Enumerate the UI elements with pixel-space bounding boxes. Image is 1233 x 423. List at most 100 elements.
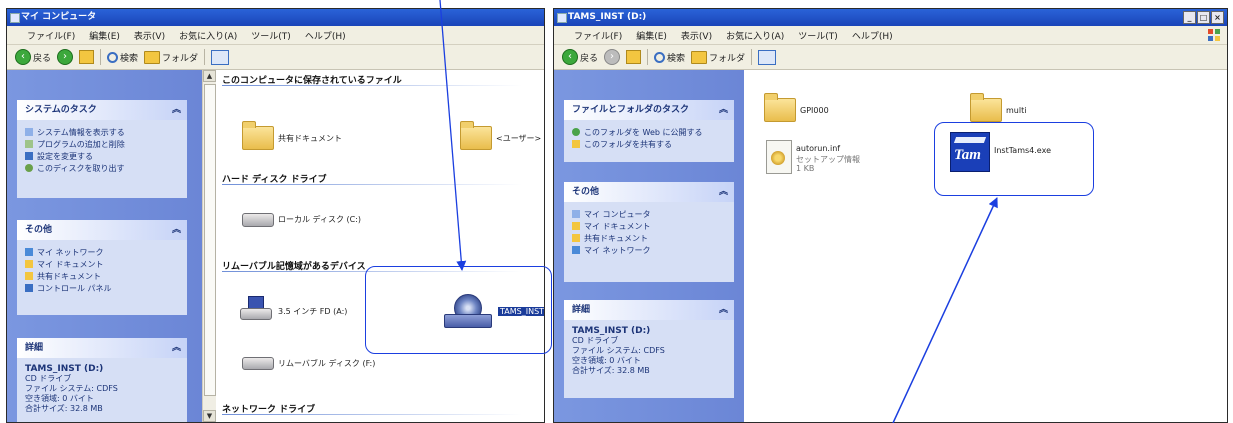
folder-gpi000-label[interactable]: GPI000 xyxy=(800,106,829,115)
task-change-setting[interactable]: 設定を変更する xyxy=(25,150,179,162)
forward-button[interactable]: › xyxy=(604,49,621,65)
details-line: 空き領域: 0 バイト xyxy=(572,356,641,365)
collapse-icon[interactable]: ︽ xyxy=(719,182,728,202)
views-button[interactable] xyxy=(211,49,230,65)
menu-favorites[interactable]: お気に入り(A) xyxy=(726,29,784,42)
content-area: このコンピュータに保存されているファイル 共有ドキュメント <ユーザー> のドキ… xyxy=(216,70,544,422)
up-folder-button[interactable] xyxy=(626,50,642,64)
title-bar[interactable]: TAMS_INST (D:) _ □ × xyxy=(554,9,1227,26)
user-documents-label[interactable]: <ユーザー> のドキュメント xyxy=(496,133,544,144)
task-share-folder[interactable]: このフォルダを共有する xyxy=(572,138,726,150)
panel-header[interactable]: ファイルとフォルダのタスク ︽ xyxy=(564,100,734,120)
up-folder-button[interactable] xyxy=(79,50,95,64)
floppy-drive-icon[interactable] xyxy=(240,296,272,320)
removable-disk-label[interactable]: リムーバブル ディスク (F:) xyxy=(278,358,375,369)
details-line: CD ドライブ xyxy=(25,374,72,383)
forward-button[interactable]: › xyxy=(57,49,74,65)
panel-header[interactable]: システムのタスク ︽ xyxy=(17,100,187,120)
collapse-icon[interactable]: ︽ xyxy=(172,100,181,120)
programs-icon xyxy=(25,140,33,148)
scroll-thumb[interactable] xyxy=(204,84,216,396)
menu-help[interactable]: ヘルプ(H) xyxy=(852,29,893,42)
documents-icon xyxy=(572,222,580,230)
folder-icon xyxy=(691,50,708,64)
menu-tools[interactable]: ツール(T) xyxy=(798,29,838,42)
collapse-icon[interactable]: ︽ xyxy=(172,338,181,358)
place-shared-documents[interactable]: 共有ドキュメント xyxy=(25,270,179,282)
shared-documents-folder-icon[interactable] xyxy=(242,121,274,150)
eject-icon xyxy=(25,164,33,172)
details-line: 合計サイズ: 32.8 MB xyxy=(25,404,103,413)
section-divider xyxy=(222,414,522,415)
task-eject-disc[interactable]: このディスクを取り出す xyxy=(25,162,179,174)
menu-tools[interactable]: ツール(T) xyxy=(251,29,291,42)
place-control-panel[interactable]: コントロール パネル xyxy=(25,282,179,294)
collapse-icon[interactable]: ︽ xyxy=(719,100,728,120)
place-my-documents[interactable]: マイ ドキュメント xyxy=(572,220,726,232)
title-bar[interactable]: マイ コンピュータ xyxy=(7,9,544,26)
collapse-icon[interactable]: ︽ xyxy=(172,220,181,240)
task-add-remove-programs[interactable]: プログラムの追加と削除 xyxy=(25,138,179,150)
folder-multi-label[interactable]: multi xyxy=(1006,106,1026,115)
toolbar-separator xyxy=(647,49,649,65)
autorun-file-icon[interactable] xyxy=(766,140,792,174)
menu-view[interactable]: 表示(V) xyxy=(681,29,712,42)
menu-edit[interactable]: 編集(E) xyxy=(89,29,120,42)
settings-icon xyxy=(25,152,33,160)
maximize-button[interactable]: □ xyxy=(1197,11,1210,24)
close-button[interactable]: × xyxy=(1211,11,1224,24)
panel-header[interactable]: その他 ︽ xyxy=(17,220,187,240)
place-my-network[interactable]: マイ ネットワーク xyxy=(25,246,179,258)
scroll-down-icon[interactable]: ▼ xyxy=(203,410,216,422)
back-button[interactable]: ‹ 戻る xyxy=(15,49,51,65)
autorun-name[interactable]: autorun.inf xyxy=(796,144,840,153)
shared-documents-label[interactable]: 共有ドキュメント xyxy=(278,133,342,144)
share-folder-icon xyxy=(572,140,580,148)
minimize-button[interactable]: _ xyxy=(1183,11,1196,24)
file-folder-tasks-panel: ファイルとフォルダのタスク ︽ このフォルダを Web に公開する このフォルダを… xyxy=(564,100,734,162)
network-icon xyxy=(572,246,580,254)
folders-button[interactable]: フォルダ xyxy=(144,50,198,64)
details-line: ファイル システム: CDFS xyxy=(25,384,118,393)
menu-view[interactable]: 表示(V) xyxy=(134,29,165,42)
task-show-system-info[interactable]: システム情報を表示する xyxy=(25,126,179,138)
computer-icon xyxy=(572,210,580,218)
place-my-network[interactable]: マイ ネットワーク xyxy=(572,244,726,256)
panel-header[interactable]: 詳細 ︽ xyxy=(564,300,734,320)
back-button[interactable]: ‹ 戻る xyxy=(562,49,598,65)
search-button[interactable]: 検索 xyxy=(654,51,685,64)
window-title: マイ コンピュータ xyxy=(21,12,97,22)
user-documents-folder-icon[interactable] xyxy=(460,121,492,150)
panel-header[interactable]: その他 ︽ xyxy=(564,182,734,202)
info-icon xyxy=(25,128,33,136)
menu-help[interactable]: ヘルプ(H) xyxy=(305,29,346,42)
details-name: TAMS_INST (D:) xyxy=(572,326,651,336)
folder-multi-icon[interactable] xyxy=(970,93,1002,122)
place-shared-documents[interactable]: 共有ドキュメント xyxy=(572,232,726,244)
place-my-computer[interactable]: マイ コンピュータ xyxy=(572,208,726,220)
search-icon xyxy=(654,51,666,63)
views-button[interactable] xyxy=(758,49,777,65)
control-panel-icon xyxy=(25,284,33,292)
floppy-label[interactable]: 3.5 インチ FD (A:) xyxy=(278,306,347,317)
task-publish-web[interactable]: このフォルダを Web に公開する xyxy=(572,126,726,138)
details-panel: 詳細 ︽ TAMS_INST (D:) CD ドライブ ファイル システム: CD… xyxy=(564,300,734,398)
removable-disk-icon[interactable] xyxy=(242,357,274,370)
menu-edit[interactable]: 編集(E) xyxy=(636,29,667,42)
scroll-up-icon[interactable]: ▲ xyxy=(203,70,216,82)
hard-disk-icon[interactable] xyxy=(242,213,274,227)
menu-file[interactable]: ファイル(F) xyxy=(574,29,622,42)
place-my-documents[interactable]: マイ ドキュメント xyxy=(25,258,179,270)
search-button[interactable]: 検索 xyxy=(107,51,138,64)
computer-icon xyxy=(10,13,20,23)
folder-gpi000-icon[interactable] xyxy=(764,93,796,122)
collapse-icon[interactable]: ︽ xyxy=(719,300,728,320)
tams-inst-window: TAMS_INST (D:) _ □ × ファイル(F) 編集(E) 表示(V)… xyxy=(553,8,1228,423)
details-line: CD ドライブ xyxy=(572,336,619,345)
panel-header[interactable]: 詳細 ︽ xyxy=(17,338,187,358)
local-disk-label[interactable]: ローカル ディスク (C:) xyxy=(278,214,361,225)
vertical-scrollbar[interactable]: ▲ ▼ xyxy=(202,70,216,422)
menu-file[interactable]: ファイル(F) xyxy=(27,29,75,42)
menu-favorites[interactable]: お気に入り(A) xyxy=(179,29,237,42)
folders-button[interactable]: フォルダ xyxy=(691,50,745,64)
